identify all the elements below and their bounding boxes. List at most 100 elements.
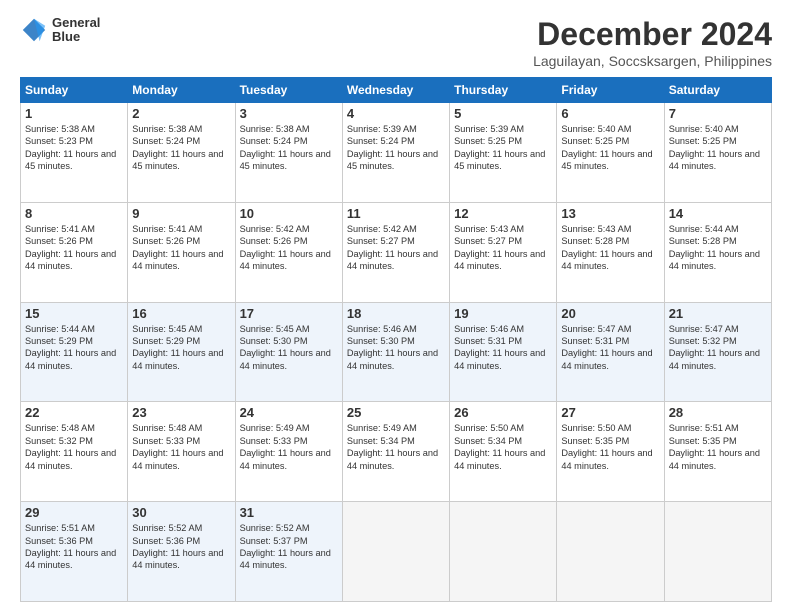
location: Laguilayan, Soccsksargen, Philippines: [533, 53, 772, 69]
cell-info: Sunrise: 5:42 AMSunset: 5:26 PMDaylight:…: [240, 223, 338, 273]
cell-info: Sunrise: 5:50 AMSunset: 5:35 PMDaylight:…: [561, 422, 659, 472]
cell-info: Sunrise: 5:43 AMSunset: 5:28 PMDaylight:…: [561, 223, 659, 273]
cell-day-number: 6: [561, 106, 659, 121]
cell-day-number: 7: [669, 106, 767, 121]
calendar-week-row: 8Sunrise: 5:41 AMSunset: 5:26 PMDaylight…: [21, 202, 772, 302]
table-row: 17 Sunrise: 5:45 AMSunset: 5:30 PMDayligh…: [235, 302, 342, 402]
table-row: 14 Sunrise: 5:44 AMSunset: 5:28 PMDayligh…: [664, 202, 771, 302]
cell-day-number: 4: [347, 106, 445, 121]
cell-info: Sunrise: 5:39 AMSunset: 5:24 PMDaylight:…: [347, 123, 445, 173]
col-friday: Friday: [557, 78, 664, 103]
col-wednesday: Wednesday: [342, 78, 449, 103]
table-row: 21 Sunrise: 5:47 AMSunset: 5:32 PMDayligh…: [664, 302, 771, 402]
cell-day-number: 31: [240, 505, 338, 520]
table-row: 31 Sunrise: 5:52 AMSunset: 5:37 PMDayligh…: [235, 502, 342, 602]
table-row: 26 Sunrise: 5:50 AMSunset: 5:34 PMDayligh…: [450, 402, 557, 502]
table-row: 29 Sunrise: 5:51 AMSunset: 5:36 PMDayligh…: [21, 502, 128, 602]
table-row: 13 Sunrise: 5:43 AMSunset: 5:28 PMDayligh…: [557, 202, 664, 302]
table-row: 11 Sunrise: 5:42 AMSunset: 5:27 PMDayligh…: [342, 202, 449, 302]
cell-info: Sunrise: 5:48 AMSunset: 5:32 PMDaylight:…: [25, 422, 123, 472]
cell-day-number: 22: [25, 405, 123, 420]
table-row: 8Sunrise: 5:41 AMSunset: 5:26 PMDaylight…: [21, 202, 128, 302]
table-row: 23Sunrise: 5:48 AMSunset: 5:33 PMDayligh…: [128, 402, 235, 502]
cell-day-number: 27: [561, 405, 659, 420]
cell-info: Sunrise: 5:46 AMSunset: 5:31 PMDaylight:…: [454, 323, 552, 373]
table-row: 18 Sunrise: 5:46 AMSunset: 5:30 PMDayligh…: [342, 302, 449, 402]
logo-line2: Blue: [52, 30, 100, 44]
month-title: December 2024: [533, 16, 772, 53]
cell-day-number: 17: [240, 306, 338, 321]
cell-day-number: 11: [347, 206, 445, 221]
cell-day-number: 26: [454, 405, 552, 420]
cell-day-number: 3: [240, 106, 338, 121]
col-thursday: Thursday: [450, 78, 557, 103]
logo-text: General Blue: [52, 16, 100, 45]
table-row: 2 Sunrise: 5:38 AMSunset: 5:24 PMDaylight…: [128, 103, 235, 203]
cell-day-number: 19: [454, 306, 552, 321]
cell-day-number: 1: [25, 106, 123, 121]
cell-day-number: 18: [347, 306, 445, 321]
header: General Blue December 2024 Laguilayan, S…: [20, 16, 772, 69]
table-row: 5Sunrise: 5:39 AMSunset: 5:25 PMDaylight…: [450, 103, 557, 203]
cell-info: Sunrise: 5:44 AMSunset: 5:28 PMDaylight:…: [669, 223, 767, 273]
cell-day-number: 16: [132, 306, 230, 321]
table-row: 28Sunrise: 5:51 AMSunset: 5:35 PMDayligh…: [664, 402, 771, 502]
cell-info: Sunrise: 5:38 AMSunset: 5:24 PMDaylight:…: [132, 123, 230, 173]
cell-info: Sunrise: 5:52 AMSunset: 5:36 PMDaylight:…: [132, 522, 230, 572]
cell-info: Sunrise: 5:51 AMSunset: 5:35 PMDaylight:…: [669, 422, 767, 472]
cell-day-number: 20: [561, 306, 659, 321]
table-row: 10 Sunrise: 5:42 AMSunset: 5:26 PMDayligh…: [235, 202, 342, 302]
calendar-table: Sunday Monday Tuesday Wednesday Thursday…: [20, 77, 772, 602]
cell-info: Sunrise: 5:40 AMSunset: 5:25 PMDaylight:…: [669, 123, 767, 173]
table-row: 15Sunrise: 5:44 AMSunset: 5:29 PMDayligh…: [21, 302, 128, 402]
cell-info: Sunrise: 5:42 AMSunset: 5:27 PMDaylight:…: [347, 223, 445, 273]
table-row: 4 Sunrise: 5:39 AMSunset: 5:24 PMDaylight…: [342, 103, 449, 203]
calendar-week-row: 1Sunrise: 5:38 AMSunset: 5:23 PMDaylight…: [21, 103, 772, 203]
table-row: 16Sunrise: 5:45 AMSunset: 5:29 PMDayligh…: [128, 302, 235, 402]
cell-day-number: 10: [240, 206, 338, 221]
cell-day-number: 2: [132, 106, 230, 121]
table-row: 25 Sunrise: 5:49 AMSunset: 5:34 PMDayligh…: [342, 402, 449, 502]
table-row: [664, 502, 771, 602]
cell-day-number: 24: [240, 405, 338, 420]
cell-info: Sunrise: 5:49 AMSunset: 5:34 PMDaylight:…: [347, 422, 445, 472]
cell-info: Sunrise: 5:44 AMSunset: 5:29 PMDaylight:…: [25, 323, 123, 373]
table-row: [450, 502, 557, 602]
table-row: 6 Sunrise: 5:40 AMSunset: 5:25 PMDaylight…: [557, 103, 664, 203]
cell-info: Sunrise: 5:52 AMSunset: 5:37 PMDaylight:…: [240, 522, 338, 572]
cell-day-number: 23: [132, 405, 230, 420]
cell-info: Sunrise: 5:47 AMSunset: 5:32 PMDaylight:…: [669, 323, 767, 373]
col-tuesday: Tuesday: [235, 78, 342, 103]
page: General Blue December 2024 Laguilayan, S…: [0, 0, 792, 612]
cell-day-number: 13: [561, 206, 659, 221]
table-row: 12 Sunrise: 5:43 AMSunset: 5:27 PMDayligh…: [450, 202, 557, 302]
table-row: 3Sunrise: 5:38 AMSunset: 5:24 PMDaylight…: [235, 103, 342, 203]
cell-day-number: 25: [347, 405, 445, 420]
cell-info: Sunrise: 5:51 AMSunset: 5:36 PMDaylight:…: [25, 522, 123, 572]
logo-line1: General: [52, 16, 100, 30]
table-row: 1Sunrise: 5:38 AMSunset: 5:23 PMDaylight…: [21, 103, 128, 203]
cell-day-number: 30: [132, 505, 230, 520]
cell-day-number: 21: [669, 306, 767, 321]
cell-info: Sunrise: 5:49 AMSunset: 5:33 PMDaylight:…: [240, 422, 338, 472]
cell-info: Sunrise: 5:41 AMSunset: 5:26 PMDaylight:…: [132, 223, 230, 273]
cell-info: Sunrise: 5:40 AMSunset: 5:25 PMDaylight:…: [561, 123, 659, 173]
logo: General Blue: [20, 16, 100, 45]
cell-info: Sunrise: 5:50 AMSunset: 5:34 PMDaylight:…: [454, 422, 552, 472]
calendar-week-row: 22 Sunrise: 5:48 AMSunset: 5:32 PMDayligh…: [21, 402, 772, 502]
table-row: [342, 502, 449, 602]
cell-info: Sunrise: 5:43 AMSunset: 5:27 PMDaylight:…: [454, 223, 552, 273]
cell-info: Sunrise: 5:47 AMSunset: 5:31 PMDaylight:…: [561, 323, 659, 373]
table-row: 30 Sunrise: 5:52 AMSunset: 5:36 PMDayligh…: [128, 502, 235, 602]
cell-day-number: 14: [669, 206, 767, 221]
cell-day-number: 29: [25, 505, 123, 520]
table-row: 19 Sunrise: 5:46 AMSunset: 5:31 PMDayligh…: [450, 302, 557, 402]
cell-day-number: 12: [454, 206, 552, 221]
table-row: 27 Sunrise: 5:50 AMSunset: 5:35 PMDayligh…: [557, 402, 664, 502]
table-row: 22 Sunrise: 5:48 AMSunset: 5:32 PMDayligh…: [21, 402, 128, 502]
cell-info: Sunrise: 5:46 AMSunset: 5:30 PMDaylight:…: [347, 323, 445, 373]
col-saturday: Saturday: [664, 78, 771, 103]
col-monday: Monday: [128, 78, 235, 103]
cell-info: Sunrise: 5:45 AMSunset: 5:30 PMDaylight:…: [240, 323, 338, 373]
cell-info: Sunrise: 5:39 AMSunset: 5:25 PMDaylight:…: [454, 123, 552, 173]
